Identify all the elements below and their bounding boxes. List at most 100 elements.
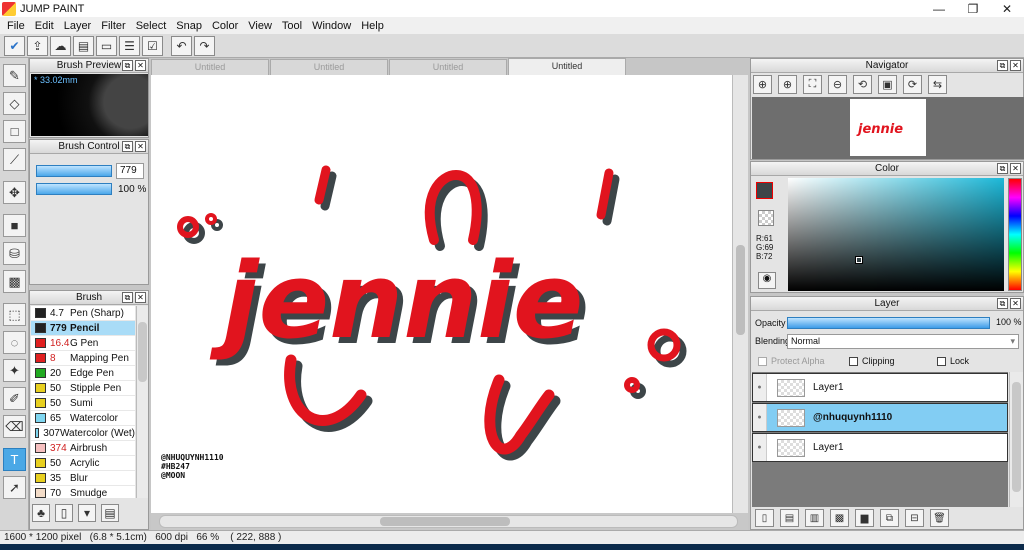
undo-icon[interactable]: ↶ [171, 35, 192, 56]
brush-opacity-slider[interactable] [36, 183, 112, 195]
close-icon[interactable]: ✕ [1010, 60, 1021, 71]
float-icon[interactable]: ⧉ [997, 163, 1008, 174]
hue-slider[interactable] [1008, 178, 1022, 291]
float-icon[interactable]: ⧉ [122, 292, 133, 303]
brush-item[interactable]: 50 Stipple Pen [31, 381, 135, 396]
menu-tool[interactable]: Tool [277, 20, 307, 32]
checklist-icon[interactable]: ☑ [142, 35, 163, 56]
brush-tree-icon[interactable]: ♣ [32, 504, 50, 522]
pointer-icon[interactable]: ➚ [3, 476, 26, 499]
actual-size-icon[interactable]: ▣ [878, 75, 897, 94]
brush-item[interactable]: 4.7 Pen (Sharp) [31, 306, 135, 321]
float-icon[interactable]: ⧉ [997, 298, 1008, 309]
close-icon[interactable]: ✕ [1010, 298, 1021, 309]
foreground-color-swatch[interactable] [756, 182, 773, 199]
menu-edit[interactable]: Edit [30, 20, 59, 32]
move-icon[interactable]: ✥ [3, 181, 26, 204]
close-icon[interactable]: ✕ [135, 292, 146, 303]
brush-item[interactable]: 20 Edge Pen [31, 366, 135, 381]
menu-snap[interactable]: Snap [171, 20, 207, 32]
magic-wand-icon[interactable]: ✦ [3, 359, 26, 382]
brush-item[interactable]: 16.4 G Pen [31, 336, 135, 351]
lock-checkbox[interactable]: Lock [937, 356, 969, 366]
folder-icon[interactable]: ▆ [855, 509, 874, 527]
protect-alpha-checkbox[interactable]: Protect Alpha [758, 356, 825, 366]
menu-window[interactable]: Window [307, 20, 356, 32]
blue-check-icon[interactable]: ✔ [4, 35, 25, 56]
menu-view[interactable]: View [243, 20, 277, 32]
float-icon[interactable]: ⧉ [997, 60, 1008, 71]
menu-layer[interactable]: Layer [59, 20, 97, 32]
new-layer-1bit-icon[interactable]: ▥ [805, 509, 824, 527]
tab-untitled-1[interactable]: Untitled [151, 59, 269, 75]
brush-item[interactable]: 65 Watercolor [31, 411, 135, 426]
brush-menu-icon[interactable]: ▾ [78, 504, 96, 522]
menu-select[interactable]: Select [131, 20, 172, 32]
color-palette-icon[interactable]: ◉ [758, 272, 776, 289]
duplicate-layer-icon[interactable]: ⧉ [880, 509, 899, 527]
brush-settings-icon[interactable]: ▤ [101, 504, 119, 522]
visibility-icon[interactable]: ● [753, 374, 767, 401]
layer-row[interactable]: ● @nhuquynh1110 [752, 403, 1008, 432]
brush-icon[interactable]: ✎ [3, 64, 26, 87]
new-layer-8bit-icon[interactable]: ▤ [780, 509, 799, 527]
brush-size-slider[interactable] [36, 165, 112, 177]
layer-opacity-slider[interactable] [787, 317, 990, 329]
brush-item[interactable]: 50 Sumi [31, 396, 135, 411]
menu-help[interactable]: Help [356, 20, 389, 32]
color-picker-cursor[interactable] [855, 256, 863, 264]
redo-icon[interactable]: ↷ [194, 35, 215, 56]
flip-icon[interactable]: ⇆ [928, 75, 947, 94]
merge-layer-icon[interactable]: ⊟ [905, 509, 924, 527]
export-icon[interactable]: ⇪ [27, 35, 48, 56]
line-icon[interactable]: ⟋ [3, 148, 26, 171]
layer-row[interactable]: ● Layer1 [752, 433, 1008, 462]
brush-size-input[interactable]: 779 [116, 163, 144, 179]
clipping-checkbox[interactable]: Clipping [849, 356, 895, 366]
comment-icon[interactable]: ☁ [50, 35, 71, 56]
page-icon[interactable]: ▭ [96, 35, 117, 56]
select-eraser-icon[interactable]: ⌫ [3, 415, 26, 438]
menu-color[interactable]: Color [207, 20, 243, 32]
close-icon[interactable]: ✕ [135, 60, 146, 71]
drawing-canvas[interactable]: jennie jennie @NHUQUYNH1110 #HB247 @MOON [151, 75, 732, 513]
lasso-icon[interactable]: ◌ [3, 331, 26, 354]
speech-icon[interactable]: ▤ [73, 35, 94, 56]
fill-rect-icon[interactable]: ■ [3, 214, 26, 237]
saturation-value-field[interactable] [788, 178, 1004, 291]
new-layer-icon[interactable]: ▯ [755, 509, 774, 527]
blending-select[interactable]: Normal [787, 334, 1019, 349]
tab-untitled-4[interactable]: Untitled [508, 58, 626, 75]
zoom-fit-icon[interactable]: ⊕ [753, 75, 772, 94]
close-button[interactable]: ✕ [990, 2, 1024, 16]
zoom-out-icon[interactable]: ⊖ [828, 75, 847, 94]
rectangle-icon[interactable]: □ [3, 120, 26, 143]
brush-item[interactable]: 779 Pencil [31, 321, 135, 336]
menu-file[interactable]: File [2, 20, 30, 32]
visibility-icon[interactable]: ● [753, 434, 767, 461]
brush-scrollbar[interactable] [136, 306, 148, 498]
select-pen-icon[interactable]: ✐ [3, 387, 26, 410]
float-icon[interactable]: ⧉ [122, 141, 133, 152]
menu-filter[interactable]: Filter [96, 20, 130, 32]
halftone-layer-icon[interactable]: ▩ [830, 509, 849, 527]
transparent-color-icon[interactable] [758, 210, 774, 226]
list-icon[interactable]: ☰ [119, 35, 140, 56]
layer-row[interactable]: ● Layer1 [752, 373, 1008, 402]
close-icon[interactable]: ✕ [135, 141, 146, 152]
text-icon[interactable]: T [3, 448, 26, 471]
maximize-button[interactable]: ❐ [956, 2, 990, 16]
layer-scrollbar[interactable] [1009, 372, 1023, 507]
rotate-left-icon[interactable]: ⟲ [853, 75, 872, 94]
canvas-vertical-scrollbar[interactable] [732, 75, 748, 513]
gradient-icon[interactable]: ▩ [3, 270, 26, 293]
delete-layer-icon[interactable]: 🗑 [930, 509, 949, 527]
brush-item[interactable]: 374 Airbrush [31, 441, 135, 456]
brush-item[interactable]: 35 Blur [31, 471, 135, 486]
navigator-view[interactable]: jennie [752, 97, 1024, 159]
bucket-icon[interactable]: ⛁ [3, 242, 26, 265]
rotate-right-icon[interactable]: ⟳ [903, 75, 922, 94]
tab-untitled-2[interactable]: Untitled [270, 59, 388, 75]
tab-untitled-3[interactable]: Untitled [389, 59, 507, 75]
brush-item[interactable]: 307 Watercolor (Wet) [31, 426, 135, 441]
